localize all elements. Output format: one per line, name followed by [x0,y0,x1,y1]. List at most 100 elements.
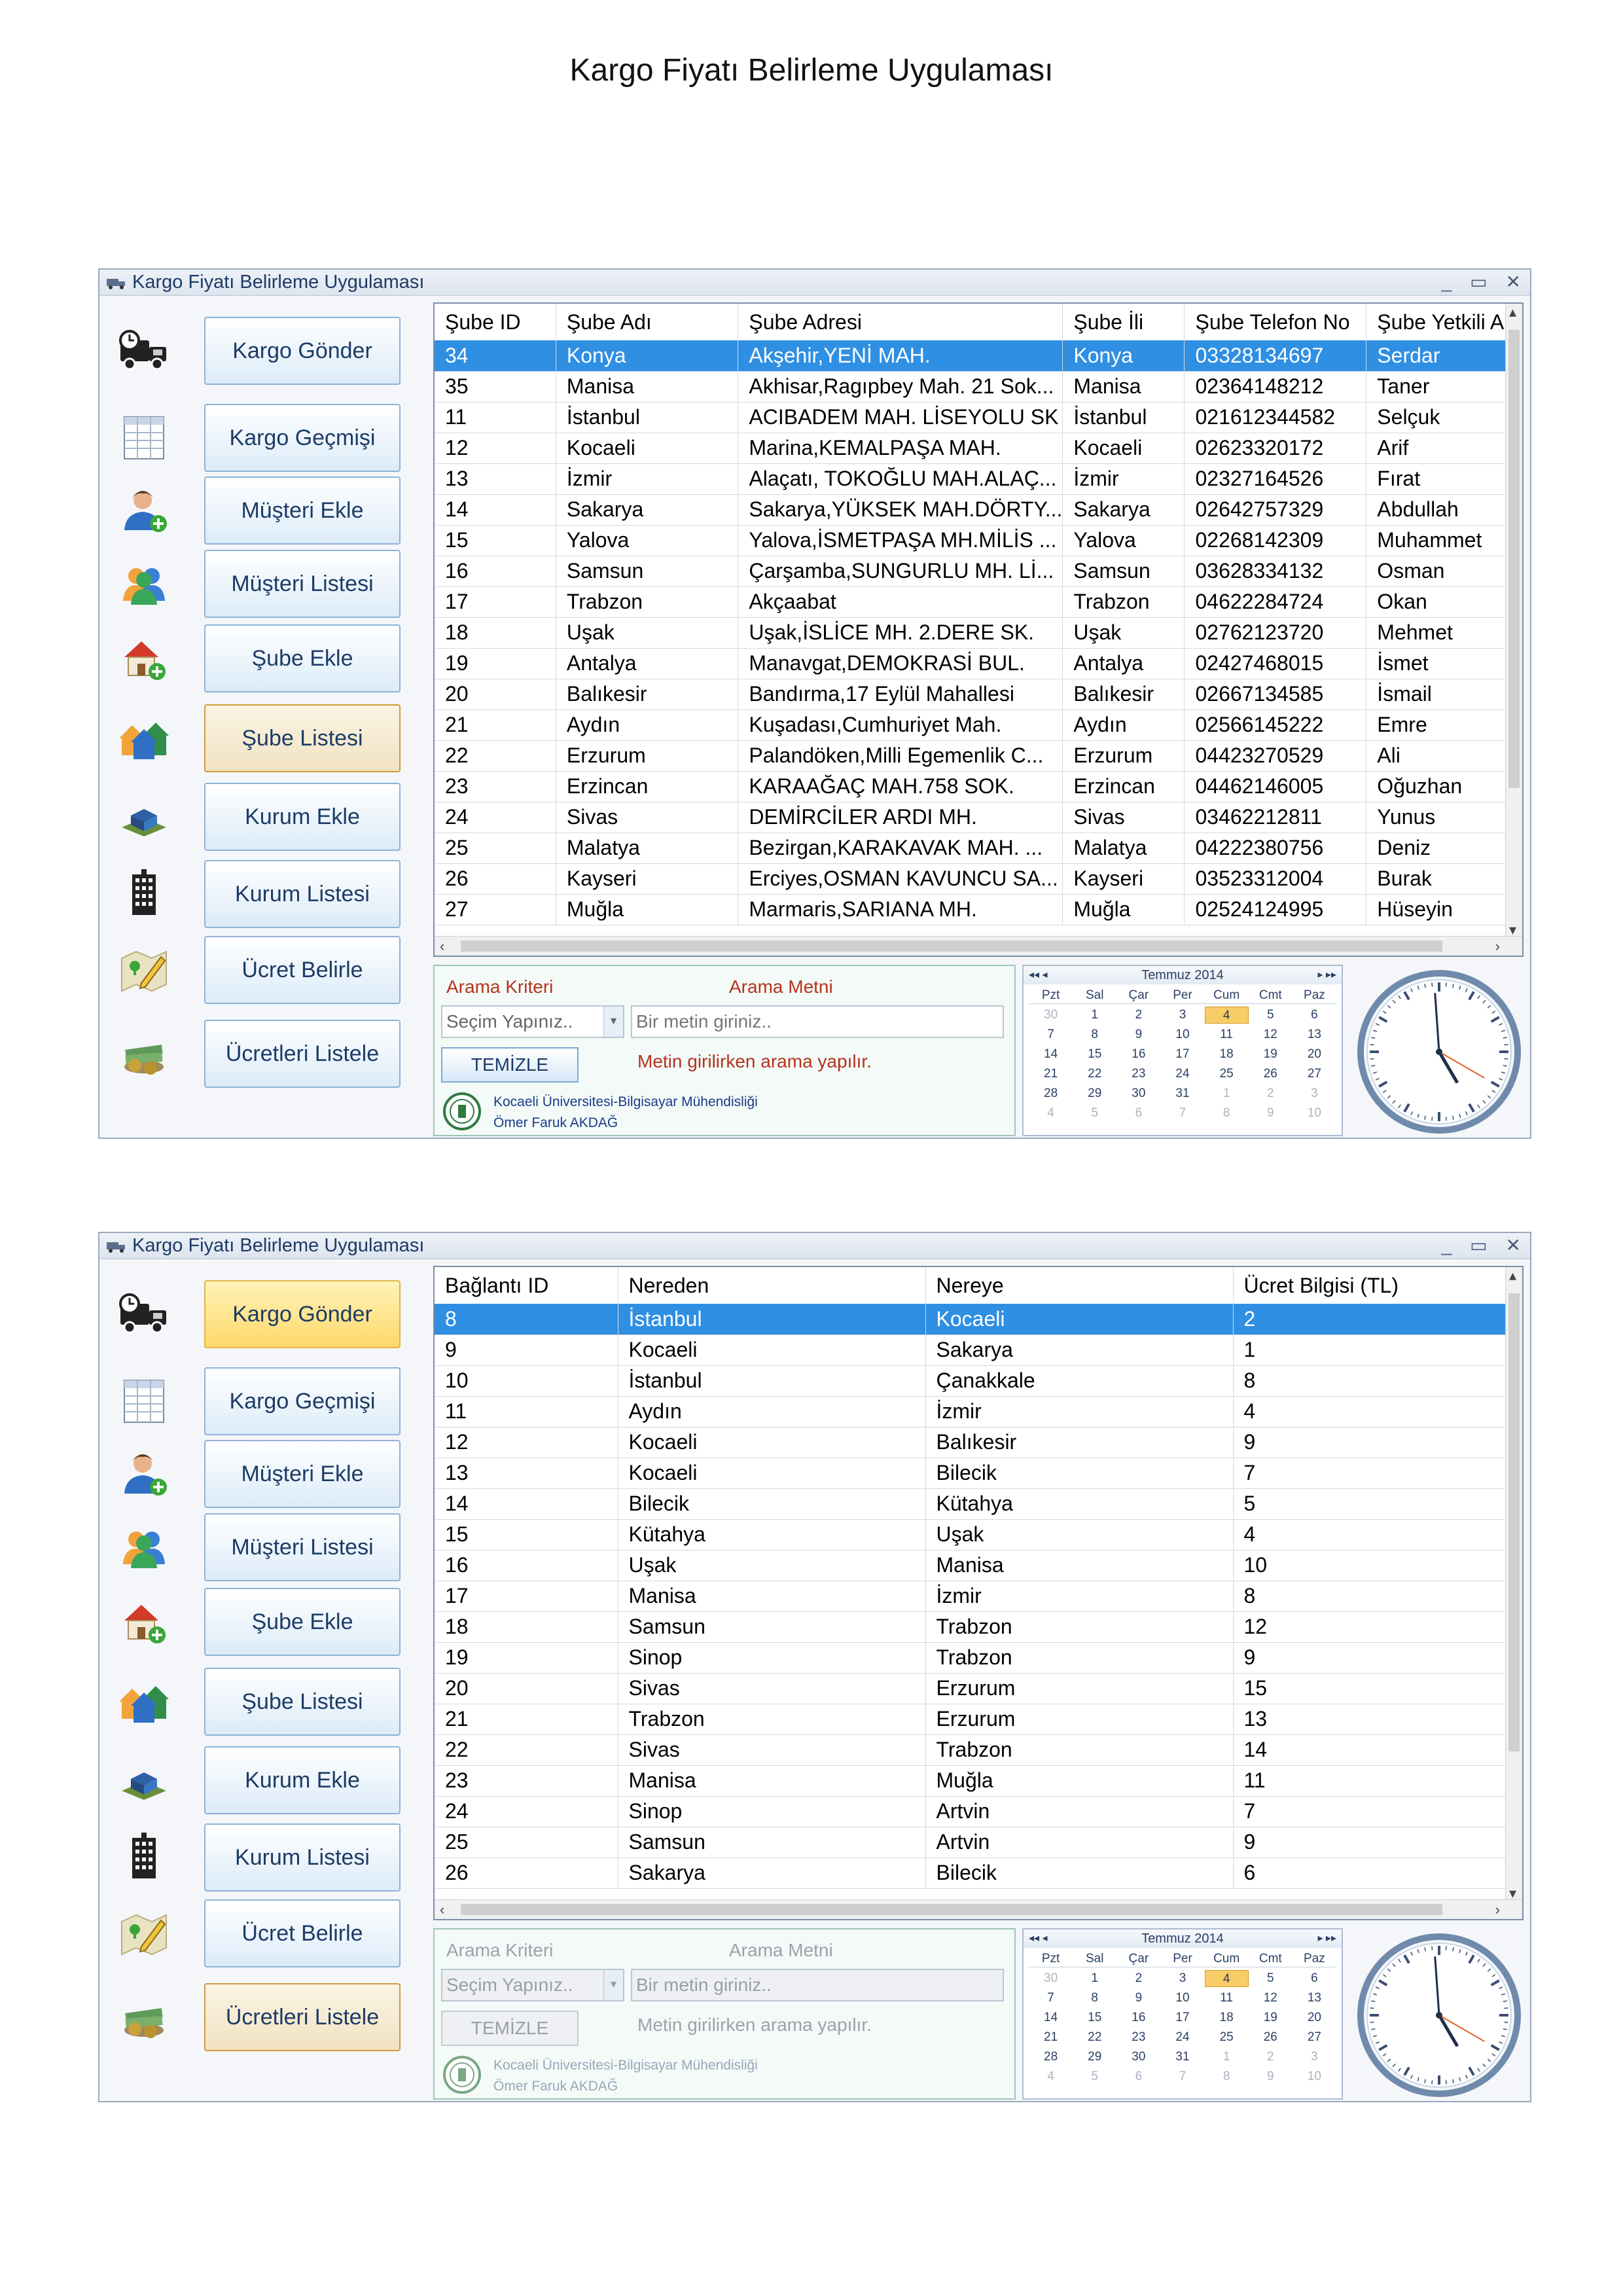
table-row[interactable]: 25 Samsun Artvin 9 [435,1827,1508,1858]
calendar-day[interactable]: 30 [1116,2049,1160,2066]
table-row[interactable]: 17 Trabzon Akçaabat Trabzon 04622284724 Okan [435,586,1522,618]
calendar-day[interactable]: 24 [1160,1066,1204,1083]
table-row[interactable]: 18 Samsun Trabzon 12 [435,1611,1508,1643]
calendar-day[interactable]: 4 [1204,1007,1249,1024]
table-row[interactable]: 13 İzmir Alaçatı, TOKOĞLU MAH.ALAÇ... İzmir… [435,463,1522,495]
calendar-day[interactable]: 9 [1116,1990,1160,2007]
clear-button[interactable]: TEMİZLE [441,1047,579,1083]
calendar-day[interactable]: 16 [1116,1046,1160,1063]
calendar-day[interactable]: 10 [1160,1026,1204,1043]
nav-button[interactable]: Ücretleri Listele [204,1983,401,2051]
calendar-day[interactable]: 2 [1116,1970,1160,1987]
nav-button[interactable]: Ücretleri Listele [204,1020,401,1088]
calendar-day[interactable]: 1 [1205,1085,1249,1102]
calendar-day[interactable]: 8 [1205,2068,1249,2085]
nav-button[interactable]: Ücret Belirle [204,1899,401,1967]
column-header[interactable]: Şube İli [1062,304,1185,340]
calendar-day[interactable]: 27 [1293,2029,1336,2046]
nav-button[interactable]: Müşteri Listesi [204,550,401,618]
calendar-day[interactable]: 1 [1205,2049,1249,2066]
calendar-day[interactable]: 8 [1205,1105,1249,1122]
table-row[interactable]: 35 Manisa Akhisar,Ragıpbey Mah. 21 Sok... M… [435,371,1522,403]
calendar-day[interactable]: 2 [1249,1085,1293,1102]
table-row[interactable]: 9 Kocaeli Sakarya 1 [435,1335,1508,1366]
table-row[interactable]: 15 Kütahya Uşak 4 [435,1519,1508,1551]
table-row[interactable]: 16 Samsun Çarşamba,SUNGURLU MH. Lİ... Samsu… [435,556,1522,587]
calendar-day[interactable]: 7 [1160,2068,1204,2085]
calendar-day[interactable]: 22 [1073,1066,1116,1083]
calendar-day[interactable]: 13 [1293,1990,1336,2007]
table-row[interactable]: 17 Manisa İzmir 8 [435,1581,1508,1612]
table-row[interactable]: 22 Erzurum Palandöken,Milli Egemenlik C...… [435,740,1522,772]
nav-button[interactable]: Kargo Gönder [204,1280,401,1348]
calendar-day[interactable]: 19 [1249,2009,1293,2026]
table-row[interactable]: 20 Balıkesir Bandırma,17 Eylül Mahallesi Ba… [435,679,1522,710]
table-row[interactable]: 14 Bilecik Kütahya 5 [435,1488,1508,1520]
column-header[interactable]: Şube Adı [556,304,739,340]
calendar-day[interactable]: 10 [1293,1105,1336,1122]
calendar-day[interactable]: 23 [1116,1066,1160,1083]
chevron-down-icon[interactable]: ▼ [603,1007,623,1037]
calendar-day[interactable]: 8 [1073,1026,1116,1043]
calendar-day[interactable]: 18 [1205,2009,1249,2026]
calendar-day[interactable]: 9 [1249,2068,1293,2085]
nav-button[interactable]: Müşteri Ekle [204,476,401,545]
calendar-day[interactable]: 5 [1249,1970,1293,1987]
calendar-day[interactable]: 2 [1116,1007,1160,1024]
calendar-day[interactable]: 26 [1249,1066,1293,1083]
table-row[interactable]: 12 Kocaeli Balıkesir 9 [435,1427,1508,1458]
nav-button[interactable]: Şube Ekle [204,1588,401,1656]
calendar-day[interactable]: 16 [1116,2009,1160,2026]
table-row[interactable]: 18 Uşak Uşak,İSLİCE MH. 2.DERE SK. Uşak 0276… [435,617,1522,649]
calendar-day[interactable]: 27 [1293,1066,1336,1083]
calendar-day[interactable]: 26 [1249,2029,1293,2046]
nav-button[interactable]: Kargo Geçmişi [204,1367,401,1435]
table-row[interactable]: 22 Sivas Trabzon 14 [435,1734,1508,1766]
calendar-day[interactable]: 30 [1029,1970,1073,1987]
nav-button[interactable]: Ücret Belirle [204,936,401,1004]
calendar-day[interactable]: 2 [1249,2049,1293,2066]
calendar-day[interactable]: 28 [1029,2049,1073,2066]
calendar-day[interactable]: 20 [1293,2009,1336,2026]
calendar-day[interactable]: 30 [1029,1007,1073,1024]
nav-button[interactable]: Kurum Ekle [204,1746,401,1814]
calendar-day[interactable]: 5 [1073,2068,1116,2085]
calendar-day[interactable]: 1 [1073,1007,1116,1024]
calendar-day[interactable]: 4 [1029,2068,1073,2085]
calendar-day[interactable]: 7 [1029,1990,1073,2007]
calendar-day[interactable]: 29 [1073,1085,1116,1102]
nav-button[interactable]: Şube Listesi [204,1668,401,1736]
calendar-day[interactable]: 31 [1160,2049,1204,2066]
table-row[interactable]: 21 Aydın Kuşadası,Cumhuriyet Mah. Aydın 0256… [435,709,1522,741]
horizontal-scrollbar[interactable]: ‹ › [435,1899,1522,1919]
calendar-day[interactable]: 10 [1160,1990,1204,2007]
calendar-day[interactable]: 6 [1116,2068,1160,2085]
table-row[interactable]: 21 Trabzon Erzurum 13 [435,1704,1508,1735]
calendar-day[interactable]: 11 [1205,1990,1249,2007]
calendar-day[interactable]: 15 [1073,2009,1116,2026]
calendar-day[interactable]: 23 [1116,2029,1160,2046]
calendar-day[interactable]: 3 [1293,1085,1336,1102]
table-row[interactable]: 27 Muğla Marmaris,SARIANA MH. Muğla 02524124… [435,894,1522,925]
search-criteria-select[interactable]: Seçim Yapınız.. ▼ [441,1005,624,1038]
table-row[interactable]: 23 Erzincan KARAAĞAÇ MAH.758 SOK. Erzincan 0… [435,771,1522,802]
calendar-day[interactable]: 25 [1205,2029,1249,2046]
table-row[interactable]: 14 Sakarya Sakarya,YÜKSEK MAH.DÖRTY... Saka… [435,494,1522,526]
calendar-day[interactable]: 28 [1029,1085,1073,1102]
calendar-day[interactable]: 6 [1293,1007,1336,1024]
minimize-button[interactable]: _ [1441,1233,1452,1259]
calendar-day[interactable]: 7 [1029,1026,1073,1043]
close-button[interactable]: ✕ [1506,270,1521,296]
table-row[interactable]: 24 Sivas DEMİRCİLER ARDI MH. Sivas 034622128… [435,802,1522,833]
calendar-day[interactable]: 13 [1293,1026,1336,1043]
calendar-day[interactable]: 4 [1204,1970,1249,1987]
calendar[interactable]: ◂◂ ◂ Temmuz 2014 ▸ ▸▸ Pzt Sal Çar Per Cum Cmt Pa… [1022,965,1343,1136]
table-row[interactable]: 13 Kocaeli Bilecik 7 [435,1458,1508,1489]
calendar-next-button[interactable]: ▸ ▸▸ [1317,966,1336,984]
calendar-day[interactable]: 3 [1293,2049,1336,2066]
nav-button[interactable]: Kurum Listesi [204,860,401,928]
calendar-day[interactable]: 10 [1293,2068,1336,2085]
table-row[interactable]: 24 Sinop Artvin 7 [435,1796,1508,1827]
nav-button[interactable]: Kurum Ekle [204,783,401,851]
table-row[interactable]: 16 Uşak Manisa 10 [435,1550,1508,1581]
